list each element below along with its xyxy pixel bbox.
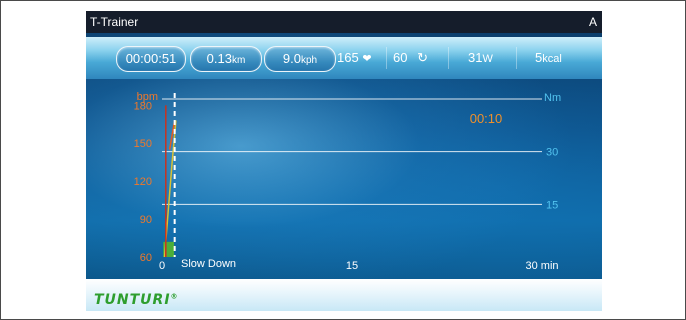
speed-unit: kph (300, 55, 318, 66)
x-tick-label: 0 (159, 260, 165, 271)
corner-indicator: A (588, 15, 597, 29)
status-text: Slow Down (181, 258, 236, 270)
right-axis-label: Nm (544, 92, 561, 104)
right-tick-label: 15 (546, 199, 558, 211)
time-display[interactable]: 00:00:51 (116, 46, 186, 72)
right-tick-label: 30 (546, 147, 558, 159)
cadence-value: 60 (393, 50, 408, 65)
left-tick-label: 60 (140, 252, 152, 264)
speed-value: 9.0 (282, 51, 301, 66)
distance-unit: km (231, 55, 246, 66)
training-chart: bpm Nm180150120906030150 15 30 min00:10Slow… (134, 91, 561, 271)
left-tick-label: 90 (140, 214, 152, 226)
left-tick-label: 150 (134, 138, 152, 150)
stat-divider (386, 47, 387, 69)
heart-rate-value: 165 (337, 50, 359, 65)
left-tick-label: 120 (134, 176, 152, 188)
cadence-display: 60 ↻ (393, 48, 445, 68)
segment-timer: 00:10 (470, 111, 503, 126)
app-title: T-Trainer (90, 15, 139, 29)
stat-divider (448, 47, 449, 69)
left-tick-label: 180 (134, 100, 152, 112)
heart-rate-display: 165 ❤ (337, 48, 387, 68)
power-display: 31W (468, 48, 510, 68)
x-tick-label: 15 (346, 260, 358, 271)
distance-display[interactable]: 0.13km (190, 46, 262, 72)
energy-display: 5kcal (535, 48, 585, 68)
x-tick-label: 30 min (525, 260, 558, 271)
title-bar: T-Trainer A (86, 11, 602, 33)
trainer-screen: T-Trainer A 00:00:51 0.13km 9.0kph 165 ❤… (86, 11, 602, 311)
stat-divider (516, 47, 517, 69)
power-value: 31 (468, 50, 483, 65)
tunturi-logo: TUNTURI® (94, 292, 179, 308)
cadence-icon: ↻ (417, 50, 428, 65)
power-unit: W (482, 53, 493, 65)
time-value: 00:00:51 (125, 51, 177, 66)
heart-icon: ❤ (362, 53, 372, 65)
energy-unit: kcal (542, 53, 562, 65)
device-frame: T-Trainer A 00:00:51 0.13km 9.0kph 165 ❤… (0, 0, 686, 320)
speed-display[interactable]: 9.0kph (264, 46, 336, 72)
distance-value: 0.13 (206, 51, 232, 66)
